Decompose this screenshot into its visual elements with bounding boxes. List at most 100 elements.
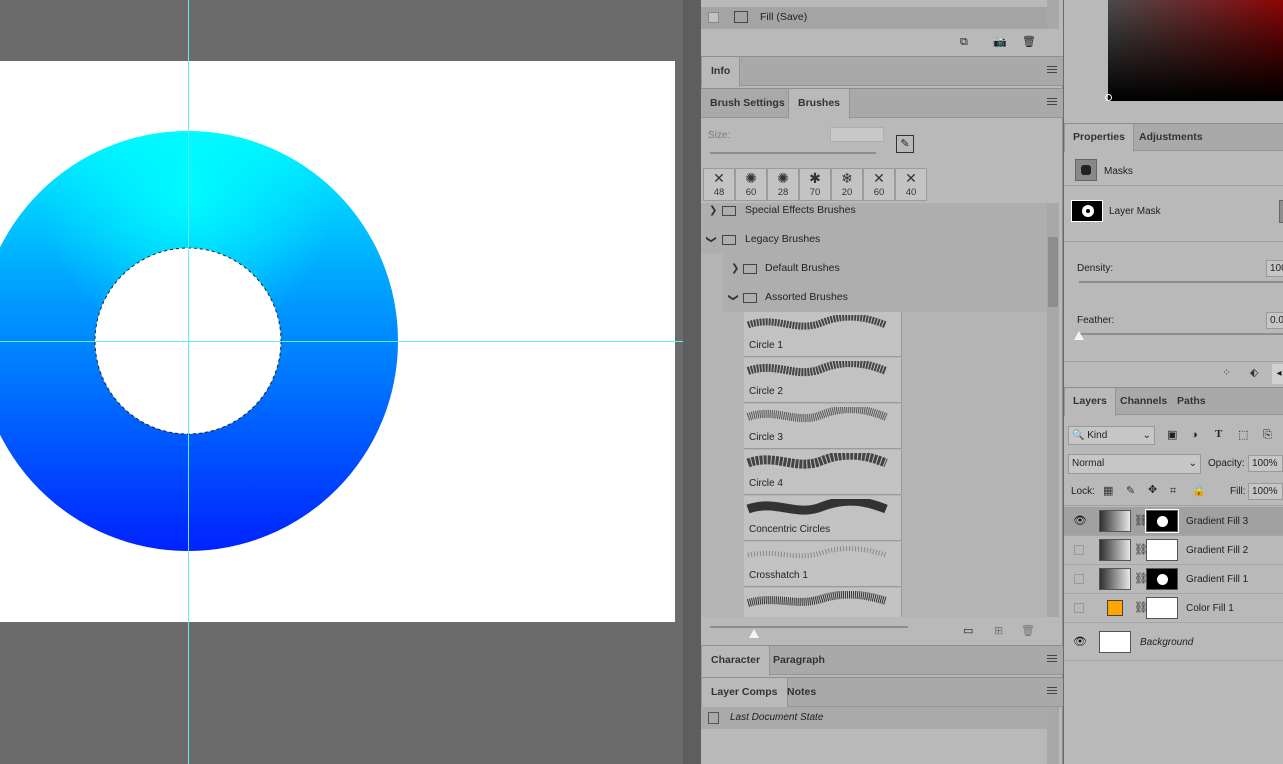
brush-edit-icon[interactable]: ✎ [896, 135, 914, 153]
vertical-guide[interactable] [188, 0, 189, 764]
scrollbar-thumb[interactable] [1048, 237, 1058, 307]
tab-paragraph[interactable]: Paragraph [764, 646, 834, 675]
visibility-toggle[interactable] [1074, 603, 1084, 613]
layer-row-color-fill-1[interactable]: ⛓ Color Fill 1 [1064, 594, 1283, 623]
brush-preset[interactable]: ✱ 70 [799, 168, 831, 201]
type-filter-icon[interactable]: T [1215, 428, 1222, 440]
brush-preset[interactable]: ✕ 60 [863, 168, 895, 201]
panel-menu-icon[interactable] [1047, 66, 1057, 76]
brush-preset[interactable]: ✺ 28 [767, 168, 799, 201]
layer-mask-thumbnail[interactable] [1146, 597, 1178, 619]
folder-default-brushes[interactable]: ❯ Default Brushes [723, 254, 1047, 283]
tab-character[interactable]: Character [701, 646, 771, 676]
layer-mask-thumbnail[interactable] [1146, 539, 1178, 561]
background-thumbnail[interactable] [1099, 631, 1131, 653]
gradient-fill-thumbnail[interactable] [1099, 539, 1131, 561]
brush-item[interactable]: Circle 2 [744, 358, 902, 403]
layer-mask-thumbnail[interactable] [1146, 568, 1178, 590]
layer-row-background[interactable]: 👁 Background [1064, 623, 1283, 661]
new-group-folder-icon[interactable]: ▭ [963, 625, 973, 637]
panel-menu-icon[interactable] [1047, 687, 1057, 697]
lock-transparency-icon[interactable]: ▦ [1103, 485, 1113, 497]
layer-row-gradient-fill-3[interactable]: 👁 ⛓ Gradient Fill 3 [1064, 507, 1283, 536]
tab-paths[interactable]: Paths [1169, 388, 1214, 415]
layer-row-gradient-fill-2[interactable]: ⛓ Gradient Fill 2 [1064, 536, 1283, 565]
visibility-toggle[interactable] [1074, 545, 1084, 555]
select-mask-button[interactable] [1279, 200, 1283, 223]
brush-size-slider[interactable] [710, 152, 876, 154]
trash-icon[interactable]: 🗑 [1022, 36, 1036, 48]
brush-item[interactable]: Circle 1 [744, 312, 902, 357]
folder-legacy-brushes[interactable]: ❯ Legacy Brushes [701, 225, 1047, 254]
brush-preset[interactable]: ❄ 20 [831, 168, 863, 201]
shape-filter-icon[interactable]: ⬚ [1238, 429, 1248, 441]
brush-list-scrollbar[interactable] [1047, 203, 1059, 617]
color-fill-swatch[interactable] [1107, 600, 1123, 616]
slider-handle[interactable] [1074, 331, 1084, 340]
snapshot-source-box[interactable] [708, 12, 719, 23]
lock-position-icon[interactable]: ✥ [1148, 484, 1157, 496]
feather-slider[interactable] [1079, 333, 1283, 335]
enable-mask-icon[interactable]: ◂ [1272, 364, 1283, 384]
layer-name[interactable]: Background [1140, 628, 1193, 657]
gradient-fill-thumbnail[interactable] [1099, 510, 1131, 532]
camera-icon[interactable]: 📷 [993, 36, 1007, 48]
artboard-lock-icon[interactable]: ⌗ [1170, 485, 1176, 497]
brush-item[interactable]: Circle 4 [744, 450, 902, 495]
history-state-row[interactable]: Fill (Save) [701, 7, 1047, 29]
tab-adjustments[interactable]: Adjustments [1131, 124, 1211, 151]
layer-row-gradient-fill-1[interactable]: ⛓ Gradient Fill 1 [1064, 565, 1283, 594]
folder-special-effects[interactable]: ❯ Special Effects Brushes [701, 203, 1047, 225]
layer-name[interactable]: Gradient Fill 2 [1186, 536, 1248, 565]
tab-brush-settings[interactable]: Brush Settings [701, 89, 794, 118]
trash-icon[interactable]: 🗑 [1021, 625, 1035, 637]
layer-mask-thumbnail[interactable] [1071, 200, 1103, 222]
brush-preset[interactable]: ✕ 40 [895, 168, 927, 201]
pixel-filter-icon[interactable]: ▣ [1167, 429, 1177, 441]
chevron-right-icon[interactable]: ❯ [709, 203, 717, 225]
density-field[interactable]: 100 [1266, 260, 1283, 277]
apply-mask-icon[interactable]: ⬖ [1250, 367, 1258, 379]
brush-size-field[interactable] [830, 127, 884, 142]
feather-field[interactable]: 0.0 [1266, 312, 1283, 329]
panel-menu-icon[interactable] [1047, 98, 1057, 108]
tab-channels[interactable]: Channels [1112, 388, 1175, 415]
chevron-right-icon[interactable]: ❯ [731, 254, 739, 283]
brush-list[interactable]: ❯ Special Effects Brushes ❯ Legacy Brush… [701, 203, 1047, 617]
slider-handle[interactable] [749, 629, 759, 638]
layer-mask-thumbnail[interactable] [1145, 509, 1179, 533]
panel-menu-icon[interactable] [1047, 655, 1057, 665]
tab-layer-comps[interactable]: Layer Comps [701, 678, 788, 708]
tab-info[interactable]: Info [701, 57, 741, 87]
brush-preset[interactable]: ✺ 60 [735, 168, 767, 201]
fill-field[interactable]: 100% [1248, 483, 1283, 500]
tab-layers[interactable]: Layers [1064, 388, 1116, 416]
panel-splitter[interactable] [683, 0, 701, 764]
layer-comps-scrollbar[interactable] [1047, 707, 1059, 764]
opacity-field[interactable]: 100% [1248, 455, 1283, 472]
new-document-from-state-icon[interactable]: ⧉ [960, 36, 968, 48]
smart-object-filter-icon[interactable]: ⎘ [1263, 429, 1272, 441]
lock-pixels-icon[interactable]: ✎ [1126, 485, 1135, 497]
canvas-workspace[interactable] [0, 0, 683, 764]
brush-item[interactable]: Concentric Circles [744, 496, 902, 541]
horizontal-guide[interactable] [0, 341, 683, 342]
tab-brushes[interactable]: Brushes [788, 89, 851, 119]
eye-icon[interactable]: 👁 [1073, 516, 1087, 527]
preview-size-slider[interactable] [710, 626, 908, 628]
layer-comp-row[interactable]: Last Document State [701, 707, 1047, 729]
adjustment-filter-icon[interactable]: ◑ [1191, 429, 1198, 441]
history-scrollbar[interactable] [1047, 0, 1059, 29]
layer-name[interactable]: Gradient Fill 1 [1186, 565, 1248, 594]
eye-icon[interactable]: 👁 [1073, 637, 1087, 648]
visibility-toggle[interactable] [1074, 574, 1084, 584]
folder-assorted-brushes[interactable]: ❯ Assorted Brushes [723, 283, 1047, 312]
layer-name[interactable]: Gradient Fill 3 [1186, 507, 1248, 536]
gradient-fill-thumbnail[interactable] [1099, 568, 1131, 590]
lock-all-icon[interactable]: 🔒 [1192, 485, 1206, 497]
tab-properties[interactable]: Properties [1064, 124, 1134, 152]
tab-notes[interactable]: Notes [778, 678, 825, 707]
layer-name[interactable]: Color Fill 1 [1186, 594, 1234, 623]
brush-preset[interactable]: ✕ 48 [703, 168, 735, 201]
blend-mode-dropdown[interactable]: Normal ⌄ [1068, 454, 1201, 474]
